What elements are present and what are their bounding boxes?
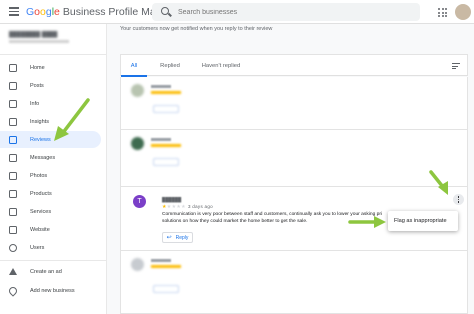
account-avatar[interactable] xyxy=(455,4,471,20)
reply-button-blurred[interactable] xyxy=(153,158,179,166)
store-icon xyxy=(9,99,17,108)
sidebar-item-products[interactable]: Products xyxy=(0,185,101,202)
rating-stars-blurred xyxy=(151,144,181,147)
chat-icon xyxy=(9,153,17,162)
sidebar-item-photos[interactable]: Photos xyxy=(0,167,101,184)
sidebar-item-home[interactable]: Home xyxy=(0,59,101,76)
review-icon xyxy=(9,135,17,144)
business-name-blurred: ████████ ████ xyxy=(9,32,58,38)
menu-icon[interactable] xyxy=(9,7,19,16)
sidebar-item-users[interactable]: Users xyxy=(0,239,101,256)
pin-icon xyxy=(7,284,19,297)
reply-button-blurred[interactable] xyxy=(153,105,179,113)
arrow-to-flag-menu-icon xyxy=(348,216,386,228)
add-user-icon xyxy=(9,243,17,252)
avatar xyxy=(131,137,144,150)
rating-stars-blurred xyxy=(151,91,181,94)
reviewer-name-blurred xyxy=(151,85,171,88)
bar-chart-icon xyxy=(9,117,17,126)
apps-grid-icon[interactable] xyxy=(438,8,447,17)
review-card xyxy=(120,130,468,187)
divider xyxy=(0,54,107,55)
search-bar[interactable] xyxy=(152,3,420,21)
rating-stars: ★★★★★ 3 days ago xyxy=(162,204,213,210)
sort-icon[interactable] xyxy=(452,63,460,69)
sidebar-item-messages[interactable]: Messages xyxy=(0,149,101,166)
post-icon xyxy=(9,81,17,90)
grid-icon xyxy=(9,63,17,72)
sidebar-item-create-ad[interactable]: Create an ad xyxy=(0,263,101,280)
main-content: All Replied Haven't replied T ██████ ★★★… xyxy=(107,24,474,314)
tab-havent-replied[interactable]: Haven't replied xyxy=(195,55,247,77)
arrow-to-reviews-icon xyxy=(54,98,90,141)
sidebar: ████████ ████ Home Posts Info Insights R… xyxy=(0,24,107,314)
photo-icon xyxy=(9,171,17,180)
ads-icon xyxy=(9,268,17,275)
avatar xyxy=(131,84,144,97)
sidebar-item-services[interactable]: Services xyxy=(0,203,101,220)
reviewer-name-blurred xyxy=(151,259,171,262)
top-app-bar: Google Business Profile Manager xyxy=(0,0,474,24)
tab-replied[interactable]: Replied xyxy=(151,55,189,77)
reply-button[interactable]: ↩ Reply xyxy=(162,232,193,243)
flag-as-inappropriate-item[interactable]: Flag as inappropriate xyxy=(394,218,447,224)
reviewer-name: ██████ xyxy=(162,197,182,202)
business-address-blurred xyxy=(9,40,69,43)
sidebar-item-posts[interactable]: Posts xyxy=(0,77,101,94)
reply-notice: Your customers now get notified when you… xyxy=(120,26,273,32)
sidebar-item-add-business[interactable]: Add new business xyxy=(0,282,101,299)
reply-icon: ↩ xyxy=(166,235,172,241)
tab-all[interactable]: All xyxy=(121,55,147,77)
avatar xyxy=(131,258,144,271)
list-icon xyxy=(9,207,17,216)
review-tabs: All Replied Haven't replied xyxy=(120,54,468,77)
divider xyxy=(0,260,107,261)
search-input[interactable] xyxy=(178,5,408,19)
reviewer-name-blurred xyxy=(151,138,171,141)
more-options-icon[interactable] xyxy=(453,194,464,205)
flag-menu: Flag as inappropriate xyxy=(388,211,458,231)
review-card xyxy=(120,77,468,130)
basket-icon xyxy=(9,189,17,198)
search-icon xyxy=(161,7,169,15)
web-icon xyxy=(9,225,17,234)
review-card xyxy=(120,251,468,314)
avatar: T xyxy=(133,195,146,208)
rating-stars-blurred xyxy=(151,265,181,268)
arrow-to-more-options-icon xyxy=(429,170,448,195)
review-age: 3 days ago xyxy=(187,204,213,209)
sidebar-item-website[interactable]: Website xyxy=(0,221,101,238)
reply-button-blurred[interactable] xyxy=(153,285,179,293)
